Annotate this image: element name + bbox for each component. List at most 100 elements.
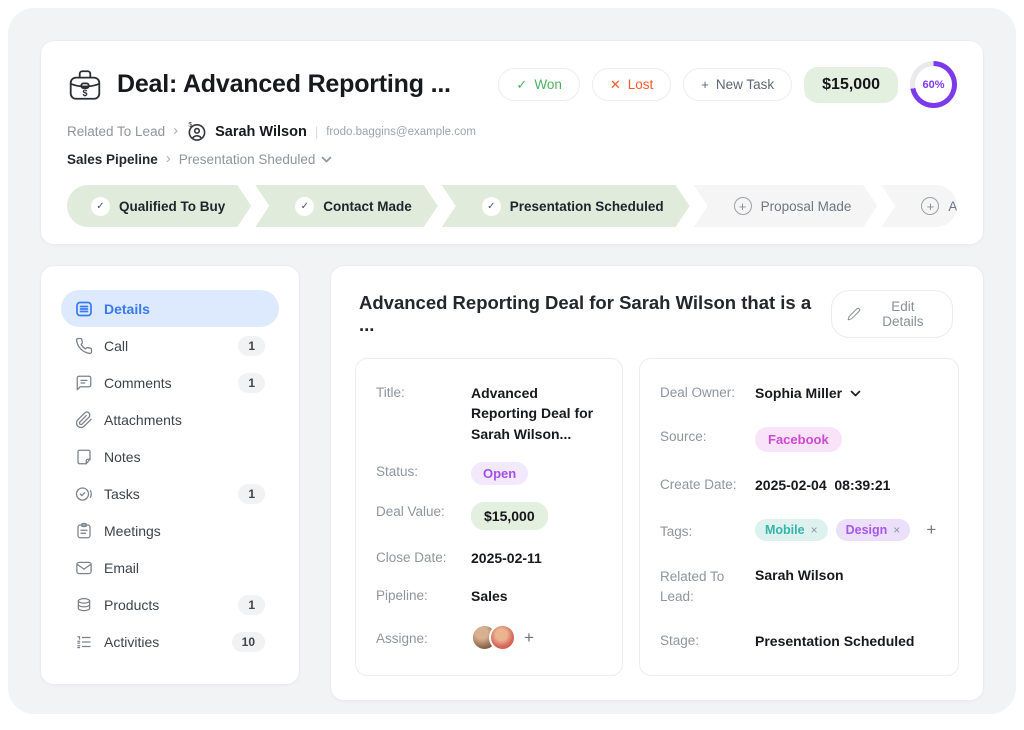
activities-icon xyxy=(75,633,93,651)
pipe-separator: | xyxy=(315,124,318,139)
field-source: Source: Facebook xyxy=(660,427,938,452)
comments-icon xyxy=(75,374,93,392)
briefcase-dollar-icon: $ xyxy=(67,68,103,102)
add-tag-icon[interactable]: + xyxy=(926,520,936,540)
plus-icon: + xyxy=(701,78,709,91)
field-title: Title: Advanced Reporting Deal for Sarah… xyxy=(376,383,602,444)
pipeline-breadcrumb: Sales Pipeline › Presentation Sheduled xyxy=(67,151,957,168)
sidebar-item-label: Attachments xyxy=(104,412,182,428)
field-assignee: Assigne: + xyxy=(376,624,602,651)
stage-value: Presentation Scheduled xyxy=(755,631,914,651)
new-task-button[interactable]: + New Task xyxy=(683,68,792,101)
info-cards: Title: Advanced Reporting Deal for Sarah… xyxy=(355,358,959,676)
progress-label: 60% xyxy=(910,61,957,108)
stage-dropdown[interactable]: Presentation Sheduled xyxy=(179,152,333,167)
sidebar-item-label: Activities xyxy=(104,634,159,650)
field-label: Title: xyxy=(376,383,471,400)
sidebar-item-comments[interactable]: Comments 1 xyxy=(61,364,279,401)
sidebar-item-label: Notes xyxy=(104,449,141,465)
pipeline-name[interactable]: Sales Pipeline xyxy=(67,152,158,167)
edit-details-label: Edit Details xyxy=(869,299,937,329)
details-icon xyxy=(75,300,93,318)
tag-design[interactable]: Design × xyxy=(836,519,911,541)
breadcrumb: Related To Lead › $ Sarah Wilson | frodo… xyxy=(67,121,957,142)
chevron-right-icon: › xyxy=(166,151,171,168)
field-label: Assigne: xyxy=(376,629,471,646)
deal-meta-card: Deal Owner: Sophia Miller Source: Facebo… xyxy=(639,358,959,676)
sidebar-item-tasks[interactable]: Tasks 1 xyxy=(61,475,279,512)
main-panel: Advanced Reporting Deal for Sarah Wilson… xyxy=(330,265,984,701)
sidebar-item-products[interactable]: Products 1 xyxy=(61,586,279,623)
stage-presentation-scheduled[interactable]: ✓ Presentation Scheduled xyxy=(442,185,690,227)
deal-amount-badge: $15,000 xyxy=(804,67,898,103)
sidebar-item-call[interactable]: Call 1 xyxy=(61,327,279,364)
sidebar-item-meetings[interactable]: Meetings xyxy=(61,512,279,549)
add-assignee-icon[interactable]: + xyxy=(524,628,534,648)
field-deal-owner: Deal Owner: Sophia Miller xyxy=(660,383,938,403)
related-lead-value[interactable]: Sarah Wilson xyxy=(755,565,844,585)
field-label: Tags: xyxy=(660,522,755,539)
source-badge: Facebook xyxy=(755,427,842,452)
deal-header-card: $ Deal: Advanced Reporting ... ✓ Won ✕ L… xyxy=(40,40,984,245)
remove-tag-icon[interactable]: × xyxy=(893,523,900,537)
count-badge: 1 xyxy=(238,373,265,393)
content-row: Details Call 1 Comments 1 Attachments xyxy=(40,265,984,701)
remove-tag-icon[interactable]: × xyxy=(811,523,818,537)
new-task-label: New Task xyxy=(716,77,774,92)
lead-email: frodo.baggins@example.com xyxy=(326,126,476,138)
stage-contact-made[interactable]: ✓ Contact Made xyxy=(255,185,438,227)
assignee-avatar[interactable] xyxy=(489,624,516,651)
sidebar-item-label: Products xyxy=(104,597,159,613)
close-icon: ✕ xyxy=(610,78,621,91)
field-label: Related To Lead: xyxy=(660,565,728,608)
email-icon xyxy=(75,559,93,577)
lead-name-link[interactable]: Sarah Wilson xyxy=(215,124,307,140)
sidebar: Details Call 1 Comments 1 Attachments xyxy=(40,265,300,685)
field-label: Deal Value: xyxy=(376,502,471,519)
field-status: Status: Open xyxy=(376,462,602,485)
tag-mobile[interactable]: Mobile × xyxy=(755,519,828,541)
field-deal-value: Deal Value: $15,000 xyxy=(376,502,602,530)
count-badge: 1 xyxy=(238,595,265,615)
progress-ring: 60% xyxy=(910,61,957,108)
sidebar-item-label: Details xyxy=(104,301,150,317)
field-close-date: Close Date: 2025-02-11 xyxy=(376,548,602,568)
sidebar-item-activities[interactable]: Activities 10 xyxy=(61,623,279,660)
meetings-icon xyxy=(75,522,93,540)
plus-icon: + xyxy=(921,197,939,215)
field-label: Pipeline: xyxy=(376,586,471,603)
stage-appointment-scheduled[interactable]: + Appointment Scheduled xyxy=(881,185,957,227)
field-label: Close Date: xyxy=(376,548,471,565)
field-tags: Tags: Mobile × Design × + xyxy=(660,519,938,541)
stage-dropdown-value: Presentation Sheduled xyxy=(179,152,316,167)
field-label: Status: xyxy=(376,462,471,479)
edit-details-button[interactable]: Edit Details xyxy=(831,290,953,338)
deal-owner-dropdown[interactable]: Sophia Miller xyxy=(755,383,861,403)
field-pipeline: Pipeline: Sales xyxy=(376,586,602,606)
won-button[interactable]: ✓ Won xyxy=(498,68,579,101)
sidebar-item-notes[interactable]: Notes xyxy=(61,438,279,475)
plus-icon: + xyxy=(734,197,752,215)
pipeline-stage-bar: ✓ Qualified To Buy ✓ Contact Made ✓ Pres… xyxy=(67,185,957,227)
stage-label: Appointment Scheduled xyxy=(948,199,957,214)
related-to-lead-crumb[interactable]: Related To Lead xyxy=(67,124,165,139)
chevron-right-icon: › xyxy=(173,123,178,140)
stage-qualified-to-buy[interactable]: ✓ Qualified To Buy xyxy=(67,185,251,227)
sidebar-item-label: Meetings xyxy=(104,523,161,539)
deal-value-badge: $15,000 xyxy=(471,502,548,530)
check-icon: ✓ xyxy=(91,197,110,216)
tag-label: Mobile xyxy=(765,523,805,537)
chevron-down-icon xyxy=(850,390,861,397)
sidebar-item-email[interactable]: Email xyxy=(61,549,279,586)
tasks-icon xyxy=(75,485,93,503)
lost-button[interactable]: ✕ Lost xyxy=(592,68,671,101)
check-icon: ✓ xyxy=(295,197,314,216)
stage-proposal-made[interactable]: + Proposal Made xyxy=(694,185,878,227)
main-panel-header: Advanced Reporting Deal for Sarah Wilson… xyxy=(355,290,959,338)
check-icon: ✓ xyxy=(516,78,527,91)
sidebar-item-details[interactable]: Details xyxy=(61,290,279,327)
title-row: $ Deal: Advanced Reporting ... ✓ Won ✕ L… xyxy=(67,61,957,108)
field-related-lead: Related To Lead: Sarah Wilson xyxy=(660,565,938,608)
paperclip-icon xyxy=(75,411,93,429)
sidebar-item-attachments[interactable]: Attachments xyxy=(61,401,279,438)
